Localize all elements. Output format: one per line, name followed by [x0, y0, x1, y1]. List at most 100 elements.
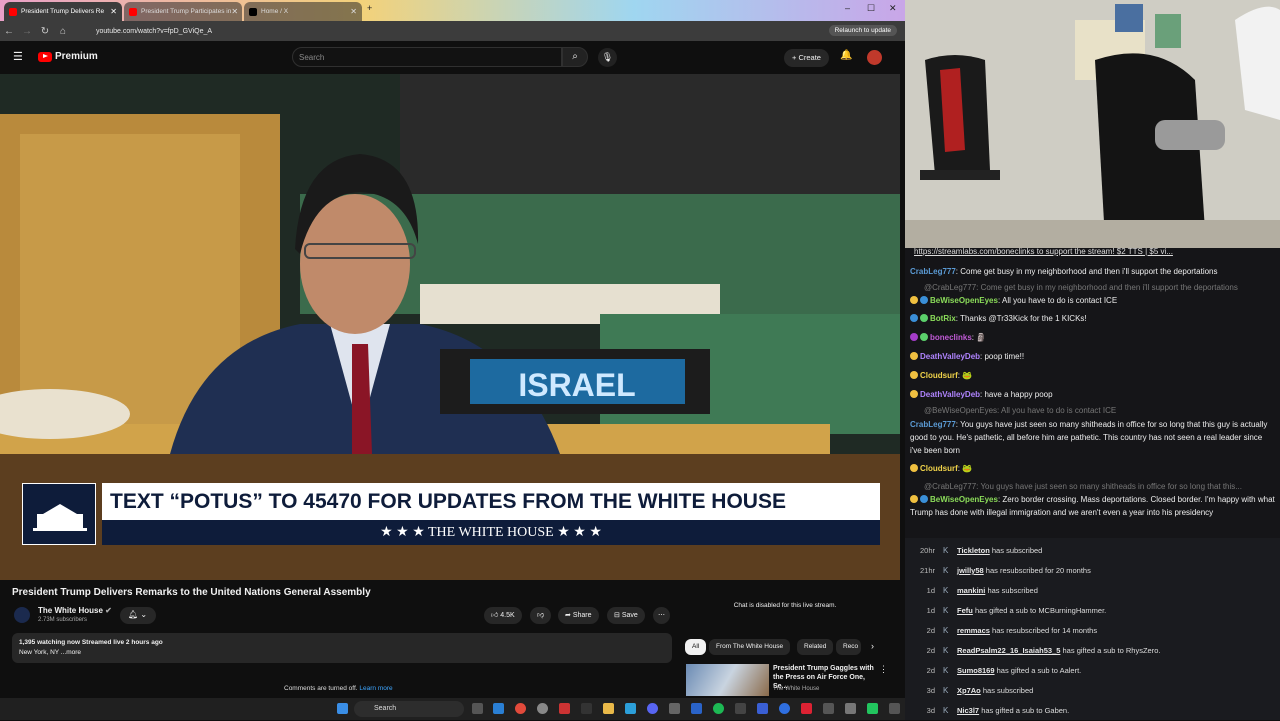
- kick-app-icon[interactable]: [867, 703, 878, 714]
- event-user[interactable]: Fefu: [957, 606, 973, 615]
- event-user[interactable]: jwilly58: [957, 566, 984, 575]
- channel-avatar[interactable]: [14, 607, 30, 623]
- emote-icon: 🗿: [976, 333, 987, 342]
- notifications-bell-icon[interactable]: 🔔: [840, 50, 852, 61]
- app-icon[interactable]: [889, 703, 900, 714]
- relaunch-button[interactable]: Relaunch to update: [828, 25, 897, 36]
- save-button[interactable]: ⊟ Save: [607, 607, 645, 624]
- new-tab-icon[interactable]: +: [367, 3, 372, 13]
- close-tab-icon[interactable]: ✕: [350, 7, 357, 16]
- event-user[interactable]: mankini: [957, 586, 985, 595]
- youtube-logo[interactable]: Premium: [38, 51, 98, 62]
- chevron-right-icon[interactable]: ›: [871, 641, 874, 651]
- app-icon[interactable]: [581, 703, 592, 714]
- tab-youtube-active[interactable]: President Trump Delivers Re ✕: [4, 2, 122, 21]
- chat-username[interactable]: DeathValleyDeb: [920, 390, 980, 399]
- tab-youtube-2[interactable]: President Trump Participates in ✕: [124, 2, 242, 21]
- chip-from-channel[interactable]: From The White House: [709, 639, 791, 655]
- app-icon[interactable]: [691, 703, 702, 714]
- forward-icon[interactable]: →: [18, 26, 36, 37]
- chat-text: Come get busy in my neighborhood and the…: [960, 267, 1218, 276]
- lower-third-banner: TEXT “POTUS” TO 45470 FOR UPDATES FROM T…: [22, 483, 880, 545]
- create-button[interactable]: + Create: [784, 49, 829, 67]
- event-user[interactable]: Tickleton: [957, 546, 990, 555]
- chip-all[interactable]: All: [685, 639, 707, 655]
- channel-name[interactable]: The White House ✔: [38, 606, 112, 615]
- kick-icon: K: [943, 706, 949, 715]
- app-icon[interactable]: [779, 703, 790, 714]
- event-user[interactable]: Xp7Ao: [957, 686, 981, 695]
- app-icon[interactable]: [735, 703, 746, 714]
- spotify-icon[interactable]: [713, 703, 724, 714]
- chat-message: CrabLeg777: Come get busy in my neighbor…: [910, 267, 1218, 276]
- event-user[interactable]: ReadPsalm22_16_Isaiah53_5: [957, 646, 1060, 655]
- menu-icon[interactable]: ☰: [13, 50, 23, 63]
- url-field[interactable]: youtube.com/watch?v=fpD_GViQe_A: [82, 24, 522, 38]
- video-player[interactable]: ISRAEL TEXT “POTUS” TO 45470 FOR UPDATES…: [0, 74, 900, 580]
- search-input[interactable]: Search: [292, 47, 562, 67]
- chat-text: have a happy poop: [984, 390, 1053, 399]
- discord-icon[interactable]: [647, 703, 658, 714]
- chat-username[interactable]: Cloudsurf: [920, 464, 958, 473]
- voice-search-button[interactable]: 🎙: [598, 48, 617, 67]
- chat-username[interactable]: BeWiseOpenEyes: [930, 296, 998, 305]
- reload-icon[interactable]: ↻: [36, 26, 54, 37]
- edge-icon[interactable]: [493, 703, 504, 714]
- app-icon[interactable]: [757, 703, 768, 714]
- browser-tab-bar: President Trump Delivers Re ✕ President …: [0, 0, 905, 21]
- learn-more-link[interactable]: Learn more: [359, 685, 392, 692]
- chat-banner-link[interactable]: https://streamlabs.com/boneclinks to sup…: [914, 248, 1279, 258]
- home-icon[interactable]: ⌂: [54, 26, 72, 37]
- app-icon[interactable]: [823, 703, 834, 714]
- file-explorer-icon[interactable]: [603, 703, 614, 714]
- start-menu-icon[interactable]: [337, 703, 348, 714]
- close-tab-icon[interactable]: ✕: [110, 7, 117, 16]
- app-icon[interactable]: [845, 703, 856, 714]
- chat-username[interactable]: BotRix: [930, 314, 956, 323]
- app-icon[interactable]: [801, 703, 812, 714]
- recommended-thumbnail[interactable]: [686, 664, 769, 696]
- event-user[interactable]: Sumo8169: [957, 666, 995, 675]
- search-button[interactable]: ⌕: [562, 47, 588, 67]
- app-icon[interactable]: [537, 703, 548, 714]
- app-icon[interactable]: [669, 703, 680, 714]
- back-icon[interactable]: ←: [0, 26, 18, 37]
- close-window-icon[interactable]: ✕: [889, 3, 897, 14]
- sub-badge-icon: [910, 390, 918, 398]
- kick-icon: K: [943, 646, 949, 655]
- chat-username[interactable]: BeWiseOpenEyes: [930, 495, 998, 504]
- active-app-icon[interactable]: [559, 703, 570, 714]
- chat-username[interactable]: Cloudsurf: [920, 371, 958, 380]
- chat-message: CrabLeg777: You guys have just seen so m…: [910, 420, 1268, 455]
- subscribe-bell-button[interactable]: 🔔︎ ⌄: [120, 607, 156, 624]
- chat-username[interactable]: CrabLeg777: [910, 267, 956, 276]
- event-text: remmacs has resubscribed for 14 months: [957, 621, 1097, 641]
- description-box[interactable]: 1,395 watching now Streamed live 2 hours…: [12, 633, 672, 663]
- event-text: Tickleton has subscribed: [957, 541, 1042, 561]
- lower-third-main-text: TEXT “POTUS” TO 45470 FOR UPDATES FROM T…: [102, 483, 880, 520]
- taskbar-search[interactable]: Search: [354, 701, 464, 717]
- chrome-icon[interactable]: [515, 703, 526, 714]
- event-user[interactable]: Nic3l7: [957, 706, 979, 715]
- event-user[interactable]: remmacs: [957, 626, 990, 635]
- chat-username[interactable]: boneclinks: [930, 333, 972, 342]
- dislike-button[interactable]: 👎︎: [530, 607, 552, 624]
- more-vert-icon[interactable]: ⋮: [879, 664, 888, 675]
- close-tab-icon[interactable]: ✕: [231, 7, 238, 16]
- account-avatar[interactable]: [867, 50, 882, 65]
- comments-notice: Comments are turned off. Learn more: [284, 685, 393, 692]
- chip-recommended[interactable]: Reco: [836, 639, 861, 655]
- like-button[interactable]: 👍︎ 4.5K: [484, 607, 522, 624]
- chat-username[interactable]: DeathValleyDeb: [920, 352, 980, 361]
- chip-related[interactable]: Related: [797, 639, 834, 655]
- minimize-icon[interactable]: –: [845, 3, 850, 13]
- video-title: President Trump Delivers Remarks to the …: [12, 587, 371, 598]
- chat-username[interactable]: CrabLeg777: [910, 420, 956, 429]
- maximize-icon[interactable]: ☐: [867, 3, 875, 14]
- save-label: Save: [621, 612, 638, 619]
- telegram-icon[interactable]: [625, 703, 636, 714]
- task-view-icon[interactable]: [472, 703, 483, 714]
- share-button[interactable]: ➦ Share: [558, 607, 599, 624]
- more-actions-button[interactable]: ⋯: [653, 607, 670, 624]
- tab-x[interactable]: Home / X ✕: [244, 2, 362, 21]
